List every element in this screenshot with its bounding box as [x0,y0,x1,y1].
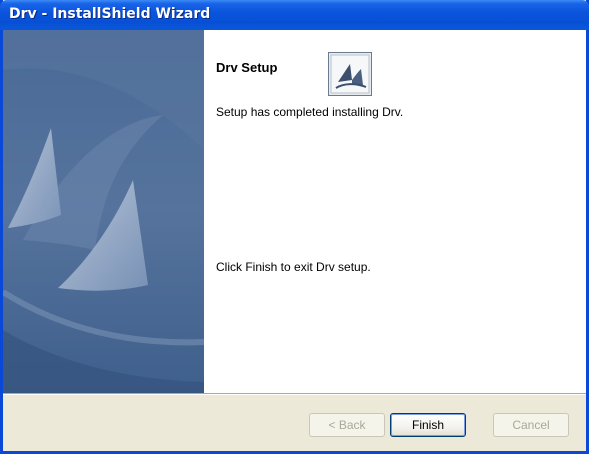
content-panel: Drv Setup Setup has completed installing… [204,30,586,393]
side-banner [3,30,204,393]
window-title: Drv - InstallShield Wizard [9,6,211,22]
title-bar[interactable]: Drv - InstallShield Wizard [0,0,589,30]
finish-button[interactable]: Finish [390,413,466,437]
exit-instruction: Click Finish to exit Drv setup. [216,260,371,274]
sails-banner-graphic [3,30,204,393]
back-button[interactable]: < Back [309,413,385,437]
page-title: Drv Setup [216,60,278,75]
separator [3,393,586,395]
installshield-logo-icon [328,52,372,96]
installer-window: Drv - InstallShield Wizard Drv Setup Set… [0,0,589,454]
cancel-button[interactable]: Cancel [493,413,569,437]
completion-message: Setup has completed installing Drv. [216,105,404,119]
